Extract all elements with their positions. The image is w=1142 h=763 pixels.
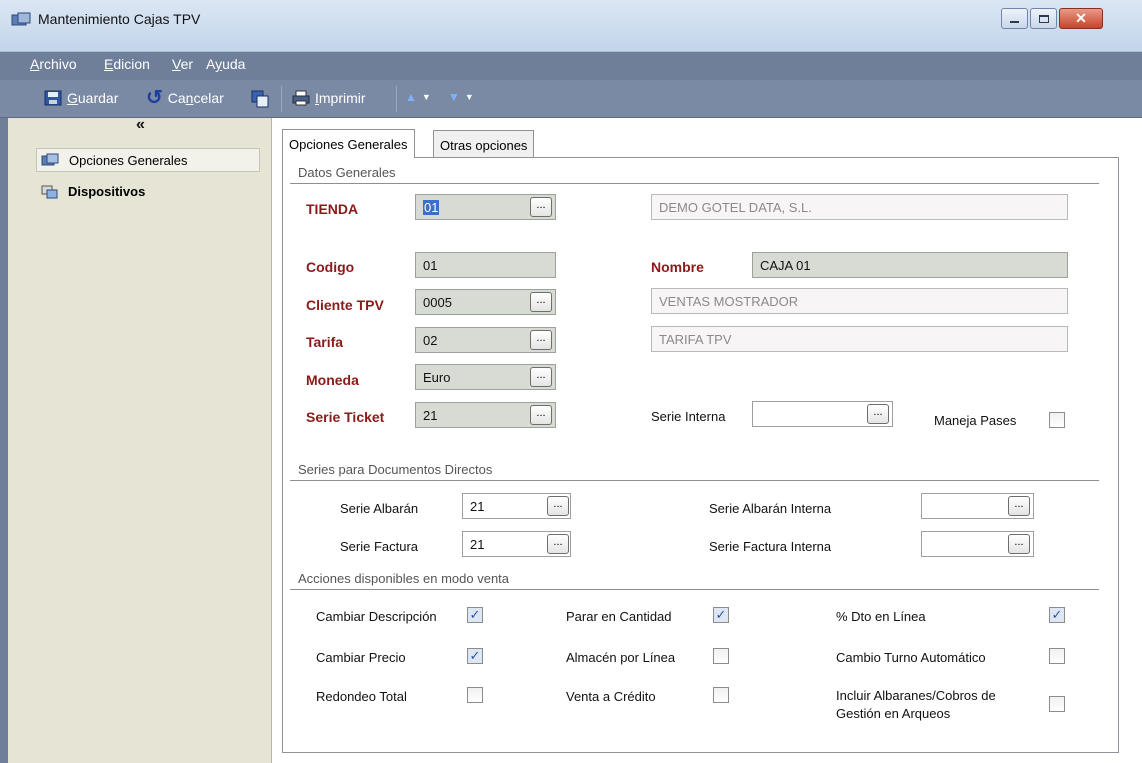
nombre-label: Nombre	[651, 259, 704, 275]
config-icon	[41, 153, 59, 166]
collapse-sidebar-button[interactable]: «	[136, 116, 145, 134]
incluir-albaranes-checkbox[interactable]	[1049, 696, 1065, 712]
codigo-label: Codigo	[306, 259, 355, 275]
save-button[interactable]: Guardar	[44, 90, 118, 106]
maneja-pases-checkbox[interactable]	[1049, 412, 1065, 428]
copy-icon	[251, 90, 269, 108]
parar-en-cantidad-checkbox[interactable]: ✓	[713, 607, 729, 623]
maximize-button[interactable]	[1030, 8, 1057, 29]
window-edge	[0, 118, 8, 763]
menu-ver[interactable]: Ver	[172, 56, 193, 72]
nombre-input[interactable]: CAJA 01	[752, 252, 1068, 278]
parar-en-cantidad-label: Parar en Cantidad	[566, 609, 672, 624]
close-button[interactable]: ✕	[1059, 8, 1103, 29]
tab-otras-opciones[interactable]: Otras opciones	[433, 130, 535, 158]
close-icon: ✕	[1075, 10, 1087, 26]
tarifa-lookup-button[interactable]: ...	[530, 330, 552, 350]
sidebar-item-opciones-generales[interactable]: Opciones Generales	[36, 148, 260, 172]
redondeo-total-checkbox[interactable]	[467, 687, 483, 703]
serie-ticket-lookup-button[interactable]: ...	[530, 405, 552, 425]
cambiar-precio-checkbox[interactable]: ✓	[467, 648, 483, 664]
cancel-button[interactable]: ↺ Cancelar	[146, 87, 224, 109]
maneja-pases-label: Maneja Pases	[934, 413, 1017, 428]
moneda-label: Moneda	[306, 372, 359, 388]
tarifa-label: Tarifa	[306, 334, 344, 350]
cambiar-precio-label: Cambiar Precio	[316, 650, 406, 665]
serie-factura-interna-lookup-button[interactable]: ...	[1008, 534, 1030, 554]
serie-interna-label: Serie Interna	[651, 409, 726, 424]
cambiar-descripcion-checkbox[interactable]: ✓	[467, 607, 483, 623]
dto-en-linea-label: % Dto en Línea	[836, 609, 926, 624]
divider	[290, 589, 1099, 590]
print-button[interactable]: Imprimir	[292, 90, 366, 106]
redondeo-total-label: Redondeo Total	[316, 689, 407, 704]
almacen-por-linea-checkbox[interactable]	[713, 648, 729, 664]
incluir-albaranes-label: Incluir Albaranes/Cobros de	[836, 688, 996, 703]
tienda-description: DEMO GOTEL DATA, S.L.	[651, 194, 1068, 220]
menu-edicion[interactable]: Edicion	[104, 56, 150, 72]
nav-down-dropdown[interactable]: ▼ ▼	[448, 90, 474, 104]
copy-button[interactable]	[251, 90, 269, 108]
toolbar-separator	[396, 86, 397, 112]
cambio-turno-checkbox[interactable]	[1049, 648, 1065, 664]
save-icon	[44, 90, 62, 106]
codigo-input[interactable]: 01	[415, 252, 556, 278]
devices-icon	[41, 185, 58, 199]
serie-interna-lookup-button[interactable]: ...	[867, 404, 889, 424]
section-acciones: Acciones disponibles en modo venta	[298, 571, 510, 586]
sidebar	[8, 118, 272, 763]
cliente-description: VENTAS MOSTRADOR	[651, 288, 1068, 314]
serie-albaran-interna-lookup-button[interactable]: ...	[1008, 496, 1030, 516]
divider	[290, 480, 1099, 481]
serie-albaran-label: Serie Albarán	[340, 501, 419, 516]
window-title: Mantenimiento Cajas TPV	[38, 11, 201, 27]
sidebar-item-label: Opciones Generales	[69, 152, 188, 168]
chevron-down-icon: ▼	[421, 92, 431, 102]
serie-albaran-lookup-button[interactable]: ...	[547, 496, 569, 516]
serie-albaran-interna-label: Serie Albarán Interna	[709, 501, 832, 516]
dto-en-linea-checkbox[interactable]: ✓	[1049, 607, 1065, 623]
divider	[290, 183, 1099, 184]
serie-factura-label: Serie Factura	[340, 539, 419, 554]
menu-archivo[interactable]: Archivo	[30, 56, 77, 72]
venta-credito-label: Venta a Crédito	[566, 689, 656, 704]
cambio-turno-label: Cambio Turno Automático	[836, 650, 986, 665]
toolbar-separator	[281, 86, 282, 112]
venta-credito-checkbox[interactable]	[713, 687, 729, 703]
maximize-icon	[1038, 14, 1049, 23]
arrow-down-icon: ▼	[448, 90, 460, 104]
app-icon	[11, 12, 31, 26]
printer-icon	[292, 90, 310, 106]
serie-factura-lookup-button[interactable]: ...	[547, 534, 569, 554]
undo-icon: ↺	[146, 87, 163, 109]
arrow-up-icon: ▲	[405, 90, 417, 104]
minimize-icon	[1010, 20, 1019, 23]
cambiar-descripcion-label: Cambiar Descripción	[316, 609, 437, 624]
tab-opciones-generales[interactable]: Opciones Generales	[282, 129, 415, 158]
cliente-tpv-label: Cliente TPV	[306, 297, 384, 313]
nav-up-dropdown[interactable]: ▲ ▼	[405, 90, 431, 104]
section-series: Series para Documentos Directos	[298, 462, 493, 477]
almacen-por-linea-label: Almacén por Línea	[566, 650, 676, 665]
menu-ayuda[interactable]: Ayuda	[206, 56, 245, 72]
cliente-lookup-button[interactable]: ...	[530, 292, 552, 312]
serie-ticket-label: Serie Ticket	[306, 409, 385, 425]
tienda-lookup-button[interactable]: ...	[530, 197, 552, 217]
tab-panel	[282, 157, 1119, 753]
minimize-button[interactable]	[1001, 8, 1028, 29]
tarifa-description: TARIFA TPV	[651, 326, 1068, 352]
section-datos-generales: Datos Generales	[298, 165, 396, 180]
tienda-label: TIENDA	[306, 201, 359, 217]
moneda-lookup-button[interactable]: ...	[530, 367, 552, 387]
incluir-albaranes-label-line2: Gestión en Arqueos	[836, 706, 951, 721]
serie-factura-interna-label: Serie Factura Interna	[709, 539, 832, 554]
sidebar-item-dispositivos[interactable]: Dispositivos	[36, 179, 260, 203]
sidebar-item-label: Dispositivos	[68, 183, 146, 199]
chevron-down-icon: ▼	[464, 92, 474, 102]
